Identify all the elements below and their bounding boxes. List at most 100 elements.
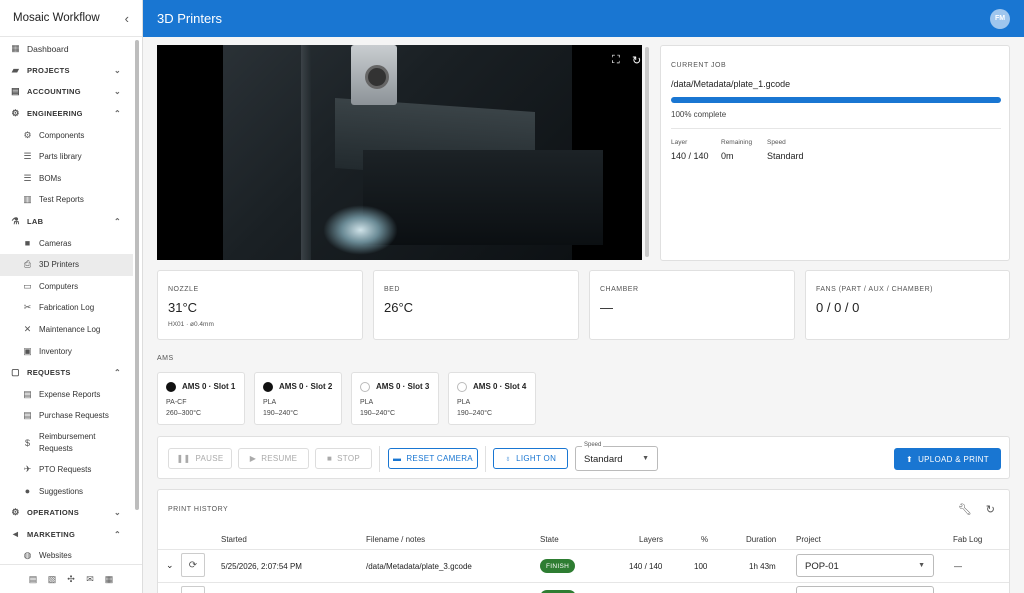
project-select[interactable]: POP-01 ▼ [796, 554, 934, 577]
sidebar-item-parts-library[interactable]: ☰ Parts library [0, 146, 133, 168]
mail-icon[interactable]: ✉ [85, 574, 95, 584]
sidebar-item-label: Websites [39, 551, 72, 561]
sidebar-item-accounting[interactable]: ▤ ACCOUNTING ⌄ [0, 81, 133, 103]
col-duration[interactable]: Duration [746, 535, 776, 544]
sidebar-item-test-reports[interactable]: ▥ Test Reports [0, 189, 133, 211]
ams-slot-4[interactable]: AMS 0 · Slot 4 PLA 190–240°C [448, 372, 536, 425]
chevron-down-icon[interactable]: ⌄ [114, 87, 121, 96]
sidebar-item-inventory[interactable]: ▣ Inventory [0, 340, 133, 362]
sidebar-item-dashboard[interactable]: ▦ Dashboard [0, 38, 133, 60]
pause-button[interactable]: ❚❚ PAUSE [168, 448, 232, 469]
sidebar-nav: ▦ Dashboard ▰ PROJECTS ⌄ ▤ ACCOUNTING ⌄ ⚙ ENGINEE… [0, 38, 133, 563]
filament-color-swatch [166, 382, 176, 392]
inbox-icon: ▢ [11, 367, 20, 378]
camera-scrollbar[interactable] [644, 45, 650, 260]
sidebar-item-label: Suggestions [39, 486, 84, 496]
sidebar-item-requests[interactable]: ▢ REQUESTS ⌃ [0, 362, 133, 384]
sidebar-item-websites[interactable]: ◍ Websites [0, 545, 133, 563]
sidebar-item-label: Parts library [39, 152, 82, 162]
calendar-icon[interactable]: ▦ [104, 574, 114, 584]
sidebar-item-label: Maintenance Log [39, 325, 101, 335]
slot-temp-range: 260–300°C [166, 410, 202, 417]
refresh-icon[interactable]: ↻ [632, 54, 641, 67]
slack-icon[interactable]: ✣ [66, 574, 76, 584]
inventory-icon: ▣ [23, 345, 32, 356]
refresh-icon[interactable]: ↻ [986, 503, 995, 516]
sidebar-item-maintenance-log[interactable]: ✕ Maintenance Log [0, 319, 133, 341]
sidebar-item-label: Expense Reports [39, 389, 101, 399]
col-started[interactable]: Started [221, 535, 247, 544]
job-progress-bar [671, 97, 1001, 103]
col-layers[interactable]: Layers [639, 535, 663, 544]
sidebar-item-lab[interactable]: ⚗ LAB ⌃ [0, 211, 133, 233]
sidebar-item-cameras[interactable]: ■ Cameras [0, 232, 133, 254]
chevron-up-icon[interactable]: ⌃ [114, 530, 121, 539]
col-percent[interactable]: % [701, 535, 708, 544]
sidebar-item-projects[interactable]: ▰ PROJECTS ⌄ [0, 60, 133, 82]
sidebar-item-components[interactable]: ⚙ Components [0, 124, 133, 146]
chevron-down-icon[interactable]: ⌄ [114, 508, 121, 517]
slot-name: AMS 0 · Slot 2 [279, 382, 333, 391]
col-project[interactable]: Project [796, 535, 821, 544]
sidebar-item-operations[interactable]: ⚙ OPERATIONS ⌄ [0, 502, 133, 524]
app-header: 3D Printers FM [143, 0, 1024, 37]
book-icon[interactable]: ▧ [47, 574, 57, 584]
ams-slot-1[interactable]: AMS 0 · Slot 1 PA-CF 260–300°C [157, 372, 245, 425]
sidebar-footer: ▤ ▧ ✣ ✉ ▦ [0, 564, 142, 593]
wrench-icon[interactable]: 🔧︎ [958, 503, 972, 516]
sidebar-item-fabrication-log[interactable]: ✂ Fabrication Log [0, 297, 133, 319]
slot-material: PLA [263, 399, 277, 406]
sidebar-item-reimbursement-requests[interactable]: $ Reimbursement Requests [0, 427, 133, 459]
sidebar-item-marketing[interactable]: ◄ MARKETING ⌃ [0, 523, 133, 545]
controls-bar: ❚❚ PAUSE ▶ RESUME ■ STOP ▬ RESET CAMERA ♁ LIG… [157, 436, 1010, 479]
light-on-button[interactable]: ♁ LIGHT ON [493, 448, 568, 469]
bed-temp: 26°C [384, 300, 414, 315]
ams-label: AMS [157, 355, 174, 362]
app-title: Mosaic Workflow [13, 12, 100, 24]
resume-button[interactable]: ▶ RESUME [238, 448, 309, 469]
slot-name: AMS 0 · Slot 4 [473, 382, 527, 391]
reset-camera-button[interactable]: ▬ RESET CAMERA [388, 448, 478, 469]
chevron-left-icon[interactable]: ‹ [125, 11, 129, 26]
tool-icon: ✂ [23, 302, 32, 313]
dashboard-icon: ▦ [11, 43, 20, 54]
sidebar-item-boms[interactable]: ☰ BOMs [0, 168, 133, 190]
project-select[interactable] [796, 586, 934, 593]
expand-icon[interactable]: ⌄ [166, 560, 174, 571]
chevron-up-icon[interactable]: ⌃ [114, 368, 121, 377]
avatar[interactable]: FM [990, 8, 1010, 29]
dollar-icon: $ [24, 437, 30, 448]
col-fab-log[interactable]: Fab Log [953, 535, 982, 544]
stat-speed: Speed Standard [767, 139, 804, 161]
speed-select[interactable]: Speed Standard ▼ [575, 442, 658, 471]
ams-slot-3[interactable]: AMS 0 · Slot 3 PLA 190–240°C [351, 372, 439, 425]
chevron-up-icon[interactable]: ⌃ [114, 109, 121, 118]
stop-button[interactable]: ■ STOP [315, 448, 372, 469]
sidebar-item-purchase-requests[interactable]: ▤ Purchase Requests [0, 405, 133, 427]
sidebar-item-label: Components [39, 130, 85, 140]
fullscreen-icon[interactable]: ⛶ [612, 54, 620, 67]
sidebar-item-label: PTO Requests [39, 464, 92, 474]
sidebar-item-engineering[interactable]: ⚙ ENGINEERING ⌃ [0, 103, 133, 125]
upload-icon: ⬆ [906, 454, 914, 464]
sidebar-scrollbar[interactable] [134, 40, 140, 564]
col-state[interactable]: State [540, 535, 559, 544]
sidebar-item-3d-printers[interactable]: ⎙ 3D Printers [0, 253, 133, 276]
sidebar-item-computers[interactable]: ▭ Computers [0, 276, 133, 298]
thumbnail[interactable] [181, 586, 205, 593]
sidebar-item-pto-requests[interactable]: ✈ PTO Requests [0, 459, 133, 481]
ams-slot-2[interactable]: AMS 0 · Slot 2 PLA 190–240°C [254, 372, 342, 425]
chart-icon: ▥ [23, 194, 32, 205]
chevron-down-icon: ▼ [642, 455, 649, 462]
bed-card: BED 26°C [373, 270, 579, 340]
upload-print-button[interactable]: ⬆ UPLOAD & PRINT [894, 448, 1001, 470]
document-icon[interactable]: ▤ [28, 574, 38, 584]
thumbnail[interactable]: ⟳ [181, 553, 205, 577]
chevron-up-icon[interactable]: ⌃ [114, 217, 121, 226]
megaphone-icon: ◄ [10, 529, 21, 540]
sidebar-item-expense-reports[interactable]: ▤ Expense Reports [0, 384, 133, 406]
slot-temp-range: 190–240°C [360, 410, 396, 417]
chevron-down-icon[interactable]: ⌄ [114, 66, 121, 75]
sidebar-item-suggestions[interactable]: ● Suggestions [0, 480, 133, 502]
col-filename[interactable]: Filename / notes [366, 535, 425, 544]
